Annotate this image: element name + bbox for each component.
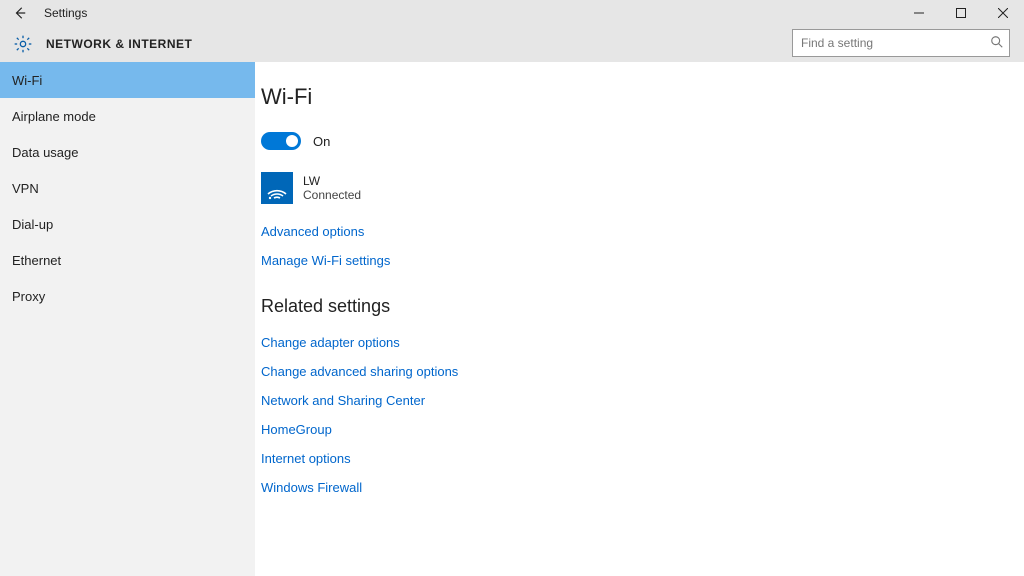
back-button[interactable]: [10, 3, 30, 23]
sidebar-item-label: Proxy: [12, 289, 45, 304]
maximize-icon: [956, 8, 966, 18]
minimize-icon: [914, 8, 924, 18]
sidebar-item-label: Data usage: [12, 145, 79, 160]
link-internet-options[interactable]: Internet options: [261, 451, 1024, 466]
sidebar-item-label: VPN: [12, 181, 39, 196]
sidebar-item-label: Ethernet: [12, 253, 61, 268]
close-icon: [998, 8, 1008, 18]
link-windows-firewall[interactable]: Windows Firewall: [261, 480, 1024, 495]
maximize-button[interactable]: [940, 0, 982, 26]
search-input[interactable]: [792, 29, 1010, 57]
section-title: NETWORK & INTERNET: [46, 37, 192, 51]
link-manage-wifi-settings[interactable]: Manage Wi-Fi settings: [261, 253, 1024, 268]
header: NETWORK & INTERNET: [0, 26, 1024, 62]
window-controls: [898, 0, 1024, 26]
sidebar: Wi-Fi Airplane mode Data usage VPN Dial-…: [0, 62, 255, 576]
body: Wi-Fi Airplane mode Data usage VPN Dial-…: [0, 62, 1024, 576]
sidebar-item-label: Wi-Fi: [12, 73, 42, 88]
network-name: LW: [303, 174, 361, 188]
window-title: Settings: [44, 6, 87, 20]
sidebar-item-airplane-mode[interactable]: Airplane mode: [0, 98, 255, 134]
wifi-toggle[interactable]: [261, 132, 301, 150]
connected-network[interactable]: LW Connected: [261, 172, 1024, 204]
link-change-advanced-sharing[interactable]: Change advanced sharing options: [261, 364, 1024, 379]
sidebar-item-ethernet[interactable]: Ethernet: [0, 242, 255, 278]
wifi-toggle-label: On: [313, 134, 330, 149]
minimize-button[interactable]: [898, 0, 940, 26]
network-status: Connected: [303, 188, 361, 202]
sidebar-item-vpn[interactable]: VPN: [0, 170, 255, 206]
close-button[interactable]: [982, 0, 1024, 26]
arrow-left-icon: [13, 6, 27, 20]
content: Wi-Fi On LW Connect: [255, 62, 1024, 576]
sidebar-item-label: Airplane mode: [12, 109, 96, 124]
link-change-adapter-options[interactable]: Change adapter options: [261, 335, 1024, 350]
sidebar-item-dial-up[interactable]: Dial-up: [0, 206, 255, 242]
search-wrap: [792, 29, 1010, 57]
wifi-toggle-row: On: [261, 132, 1024, 150]
link-advanced-options[interactable]: Advanced options: [261, 224, 1024, 239]
network-text: LW Connected: [303, 174, 361, 202]
settings-gear-icon: [12, 33, 34, 55]
sidebar-item-data-usage[interactable]: Data usage: [0, 134, 255, 170]
titlebar: Settings: [0, 0, 1024, 26]
wifi-signal-icon: [261, 172, 293, 204]
toggle-knob: [286, 135, 298, 147]
link-network-sharing-center[interactable]: Network and Sharing Center: [261, 393, 1024, 408]
related-settings-heading: Related settings: [261, 296, 1024, 317]
sidebar-item-wifi[interactable]: Wi-Fi: [0, 62, 255, 98]
page-title: Wi-Fi: [261, 84, 1024, 110]
link-homegroup[interactable]: HomeGroup: [261, 422, 1024, 437]
sidebar-item-label: Dial-up: [12, 217, 53, 232]
sidebar-item-proxy[interactable]: Proxy: [0, 278, 255, 314]
